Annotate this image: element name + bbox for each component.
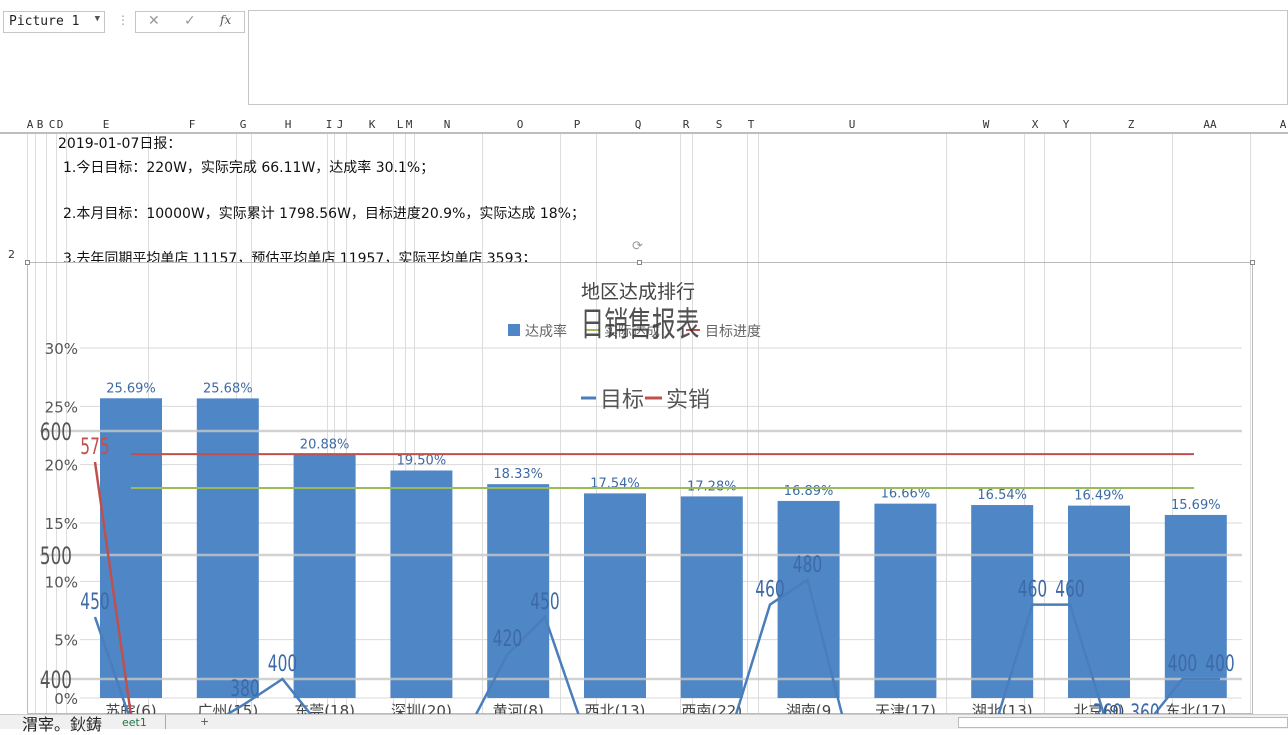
sheet-tab-bar: 渭宰。鈥鋳 eet1 + xyxy=(0,714,1288,734)
legend-swatch-rate xyxy=(508,324,520,336)
bar xyxy=(390,470,453,698)
data-label: 17.54% xyxy=(590,476,640,491)
data-label: 16.54% xyxy=(977,488,1027,503)
bar xyxy=(584,493,646,698)
data2-label: 400 xyxy=(1205,651,1234,676)
bar xyxy=(680,496,743,698)
legend2-label: 目标 xyxy=(600,388,644,413)
bar xyxy=(874,503,937,698)
data2-label: 450 xyxy=(530,589,559,614)
data-label: 19.50% xyxy=(397,454,447,469)
chart2-title: 日销售报表 xyxy=(581,305,700,344)
legend-label: 目标进度 xyxy=(705,324,761,340)
data-label: 16.89% xyxy=(784,484,834,499)
data-label: 25.68% xyxy=(203,381,253,396)
bar xyxy=(196,398,259,698)
data2-label: 460 xyxy=(1018,577,1047,602)
data2-label: 400 xyxy=(268,651,297,676)
y2-tick-label: 500 xyxy=(40,542,72,570)
data-label: 25.69% xyxy=(106,381,156,396)
data-label: 20.88% xyxy=(300,437,350,452)
y-tick-label: 25% xyxy=(45,398,78,416)
data2-label: 480 xyxy=(793,552,822,577)
chart-title: 地区达成排行 xyxy=(581,281,695,303)
y-tick-label: 20% xyxy=(45,457,78,475)
bar xyxy=(293,454,356,698)
data2-label: 400 xyxy=(1168,651,1197,676)
series-target-line xyxy=(93,577,1220,728)
y-tick-label: 15% xyxy=(45,515,78,533)
data2-label: 450 xyxy=(80,589,109,614)
y2-tick-label: 600 xyxy=(40,418,72,446)
data2-label: 575 xyxy=(80,434,109,459)
legend-label: 达成率 xyxy=(525,323,567,340)
data2-label: 420 xyxy=(493,627,522,652)
data-label: 15.69% xyxy=(1171,498,1221,513)
data2-label: 380 xyxy=(230,676,259,701)
legend2-label: 实销 xyxy=(666,388,710,413)
sheet-tab-sheet1[interactable]: eet1 xyxy=(122,716,147,729)
data-label: 17.28% xyxy=(687,479,737,494)
horizontal-scrollbar[interactable] xyxy=(958,717,1288,728)
y-tick-label: 10% xyxy=(45,573,78,591)
data-label: 18.33% xyxy=(493,467,543,482)
sheet-tab-text[interactable]: 渭宰。鈥鋳 xyxy=(22,711,102,735)
data2-label: 460 xyxy=(1055,577,1084,602)
divider xyxy=(165,715,166,729)
data2-label: 460 xyxy=(755,577,784,602)
y-tick-label: 30% xyxy=(45,340,78,358)
y-tick-label: 5% xyxy=(54,632,78,650)
data-label: 16.49% xyxy=(1074,489,1124,504)
charts-overlay: 0%5%10%15%20%25%30%25.69%苏皖(6)25.68%广州(1… xyxy=(40,281,1242,728)
add-sheet-icon[interactable]: + xyxy=(200,715,209,728)
y2-tick-label: 400 xyxy=(40,666,72,694)
